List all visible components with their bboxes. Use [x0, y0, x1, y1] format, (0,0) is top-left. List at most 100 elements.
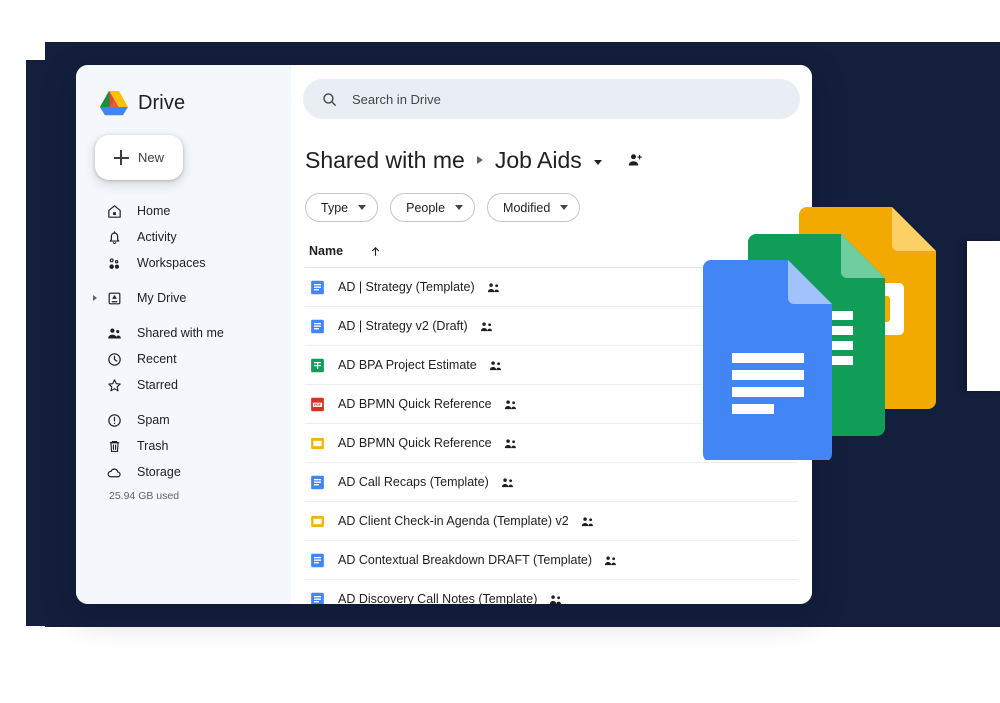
- table-row[interactable]: AD BPA Project Estimate: [305, 346, 798, 385]
- filter-chip-label: Type: [321, 200, 349, 215]
- new-button[interactable]: New: [95, 135, 183, 180]
- spam-icon: [108, 413, 121, 427]
- drive-logo-icon: [99, 90, 129, 116]
- table-row[interactable]: AD Client Check-in Agenda (Template) v2: [305, 502, 798, 541]
- google-sheets-icon: [311, 358, 324, 372]
- shared-people-icon: [504, 399, 516, 409]
- sidebar-item-trash[interactable]: Trash: [76, 433, 291, 459]
- chevron-right-icon[interactable]: [93, 295, 97, 301]
- google-docs-icon: [311, 280, 324, 294]
- shared-people-icon: [487, 282, 499, 292]
- sidebar-item-spam[interactable]: Spam: [76, 407, 291, 433]
- filter-chip-label: People: [406, 200, 446, 215]
- search-bar[interactable]: Search in Drive: [303, 79, 800, 119]
- shared-people-icon: [581, 516, 593, 526]
- file-name: AD BPMN Quick Reference: [338, 397, 492, 411]
- shared-people-icon: [501, 477, 513, 487]
- people-icon: [108, 328, 121, 338]
- table-row[interactable]: AD Discovery Call Notes (Template): [305, 580, 798, 604]
- sidebar-item-storage[interactable]: Storage: [76, 459, 291, 485]
- sidebar-item-starred[interactable]: Starred: [76, 372, 291, 398]
- filter-chip-modified[interactable]: Modified: [487, 193, 581, 222]
- sidebar-item-label: Shared with me: [137, 326, 224, 340]
- sidebar-item-label: My Drive: [137, 291, 187, 305]
- breadcrumb-current[interactable]: Job Aids: [495, 147, 582, 174]
- file-name: AD Call Recaps (Template): [338, 475, 489, 489]
- sidebar-item-recent[interactable]: Recent: [76, 346, 291, 372]
- clock-icon: [108, 352, 121, 366]
- sidebar-item-label: Spam: [137, 413, 170, 427]
- google-drive-window: Drive New Home Activity Workspaces My Dr…: [76, 65, 812, 604]
- sidebar: Drive New Home Activity Workspaces My Dr…: [76, 65, 291, 604]
- sidebar-item-label: Workspaces: [137, 256, 206, 270]
- search-icon: [323, 92, 336, 106]
- cloud-icon: [107, 468, 121, 477]
- nav-group-shared: Shared with me Recent Starred: [76, 320, 291, 398]
- screenshot-stage: Drive New Home Activity Workspaces My Dr…: [0, 0, 1000, 703]
- new-button-label: New: [137, 150, 164, 165]
- star-icon: [108, 378, 121, 391]
- home-icon: [108, 204, 121, 218]
- file-name: AD Discovery Call Notes (Template): [338, 592, 538, 604]
- shared-people-icon: [604, 555, 617, 565]
- file-list: AD | Strategy (Template) AD | Strategy v…: [305, 268, 798, 604]
- arrow-up-icon[interactable]: [369, 245, 382, 258]
- chevron-down-icon[interactable]: [593, 159, 602, 165]
- bell-icon: [109, 230, 120, 244]
- nav-group-main: Home Activity Workspaces: [76, 198, 291, 276]
- breadcrumb-root[interactable]: Shared with me: [305, 147, 465, 174]
- filter-chips: Type People Modified: [305, 193, 798, 222]
- google-slides-icon: [311, 437, 324, 449]
- sidebar-item-workspaces[interactable]: Workspaces: [76, 250, 291, 276]
- trash-icon: [109, 440, 120, 452]
- sidebar-item-shared-with-me[interactable]: Shared with me: [76, 320, 291, 346]
- file-list-header: Name: [305, 244, 798, 268]
- chevron-down-icon: [560, 205, 569, 210]
- google-slides-icon: [311, 515, 324, 527]
- sidebar-item-my-drive[interactable]: My Drive: [76, 285, 291, 311]
- google-docs-icon: [311, 553, 324, 567]
- person-add-icon[interactable]: [626, 151, 644, 169]
- storage-used-text: 25.94 GB used: [109, 490, 180, 502]
- sidebar-item-label: Activity: [137, 230, 177, 244]
- file-name: AD | Strategy (Template): [338, 280, 475, 294]
- shared-people-icon: [489, 360, 501, 370]
- sidebar-nav: Home Activity Workspaces My Drive Shared…: [76, 198, 291, 502]
- shared-people-icon: [550, 594, 562, 604]
- file-name: AD | Strategy v2 (Draft): [338, 319, 468, 333]
- sidebar-item-label: Home: [137, 204, 171, 218]
- table-row[interactable]: AD BPMN Quick Reference: [305, 424, 798, 463]
- pdf-icon: PDF: [311, 397, 324, 411]
- files-panel: Shared with me Job Aids Type People Modi…: [291, 119, 812, 604]
- sidebar-item-label: Storage: [137, 465, 181, 479]
- brand-name: Drive: [138, 91, 186, 114]
- sidebar-item-label: Recent: [137, 352, 177, 366]
- nav-group-system: Spam Trash Storage 25.94 GB used: [76, 407, 291, 502]
- table-row[interactable]: AD Call Recaps (Template): [305, 463, 798, 502]
- shared-people-icon: [480, 321, 492, 331]
- table-row[interactable]: AD Contextual Breakdown DRAFT (Template): [305, 541, 798, 580]
- column-header-name[interactable]: Name: [309, 244, 343, 258]
- file-name: AD Client Check-in Agenda (Template) v2: [338, 514, 569, 528]
- google-docs-icon: [311, 475, 324, 489]
- sidebar-item-label: Trash: [137, 439, 169, 453]
- filter-chip-people[interactable]: People: [390, 193, 476, 222]
- table-row[interactable]: AD | Strategy (Template): [305, 268, 798, 307]
- sidebar-item-activity[interactable]: Activity: [76, 224, 291, 250]
- workspaces-icon: [109, 257, 120, 269]
- sidebar-item-label: Starred: [137, 378, 178, 392]
- file-name: AD BPMN Quick Reference: [338, 436, 492, 450]
- google-docs-icon: [311, 592, 324, 604]
- chevron-right-icon: [476, 156, 483, 164]
- filter-chip-type[interactable]: Type: [305, 193, 379, 222]
- search-input[interactable]: Search in Drive: [352, 92, 441, 107]
- table-row[interactable]: PDF AD BPMN Quick Reference: [305, 385, 798, 424]
- nav-group-mydrive: My Drive: [76, 285, 291, 311]
- my-drive-icon: [108, 292, 121, 304]
- table-row[interactable]: AD | Strategy v2 (Draft): [305, 307, 798, 346]
- file-name: AD Contextual Breakdown DRAFT (Template): [338, 553, 593, 567]
- chevron-down-icon: [358, 205, 367, 210]
- right-white-panel: [967, 241, 1000, 391]
- sidebar-item-home[interactable]: Home: [76, 198, 291, 224]
- plus-icon: [113, 150, 129, 165]
